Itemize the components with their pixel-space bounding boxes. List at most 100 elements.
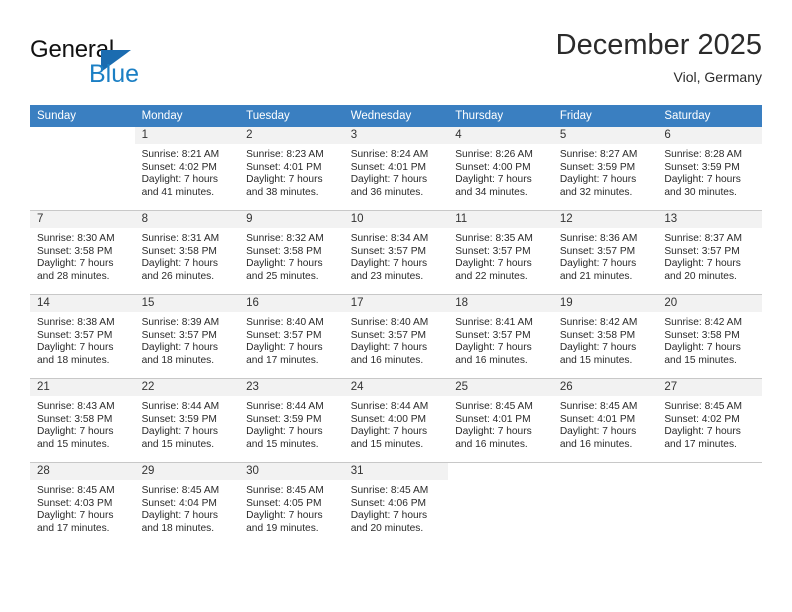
calendar-day-cell[interactable]: 7 Sunrise: 8:30 AM Sunset: 3:58 PM Daylight… bbox=[30, 210, 135, 295]
sunrise-text: Sunrise: 8:44 AM bbox=[246, 401, 324, 412]
calendar-day-cell[interactable]: 31 Sunrise: 8:45 AM Sunset: 4:06 PM Dayligh… bbox=[343, 462, 449, 546]
calendar-day-cell[interactable]: 20 Sunrise: 8:42 AM Sunset: 3:58 PM Dayligh… bbox=[657, 294, 762, 379]
day-details: Sunrise: 8:42 AM Sunset: 3:58 PM Daylight:… bbox=[657, 312, 762, 367]
calendar-day-cell[interactable]: 28 Sunrise: 8:45 AM Sunset: 4:03 PM Dayligh… bbox=[30, 462, 135, 546]
daylight-text: Daylight: 7 hours and 16 minutes. bbox=[455, 426, 532, 450]
day-details: Sunrise: 8:43 AM Sunset: 3:58 PM Daylight:… bbox=[30, 396, 135, 451]
day-details: Sunrise: 8:32 AM Sunset: 3:58 PM Daylight:… bbox=[239, 228, 344, 283]
sunset-text: Sunset: 4:06 PM bbox=[350, 497, 427, 509]
calendar-day-cell[interactable]: 11 Sunrise: 8:35 AM Sunset: 3:57 PM Dayligh… bbox=[448, 210, 553, 295]
calendar-day-cell[interactable]: 2 Sunrise: 8:23 AM Sunset: 4:01 PM Daylight… bbox=[239, 127, 344, 211]
sunrise-text: Sunrise: 8:44 AM bbox=[141, 401, 220, 412]
calendar-day-cell[interactable]: 29 Sunrise: 8:45 AM Sunset: 4:04 PM Dayligh… bbox=[134, 462, 240, 546]
calendar-day-cell[interactable]: 17 Sunrise: 8:40 AM Sunset: 3:57 PM Dayligh… bbox=[343, 294, 449, 379]
calendar-day-cell[interactable]: 5 Sunrise: 8:27 AM Sunset: 3:59 PM Daylight… bbox=[552, 127, 658, 211]
calendar-day-cell-empty bbox=[30, 127, 135, 211]
calendar-day-cell[interactable]: 16 Sunrise: 8:40 AM Sunset: 3:57 PM Dayligh… bbox=[239, 294, 344, 379]
calendar-day-cell[interactable]: 21 Sunrise: 8:43 AM Sunset: 3:58 PM Dayligh… bbox=[30, 378, 135, 463]
calendar-day-cell[interactable]: 8 Sunrise: 8:31 AM Sunset: 3:58 PM Daylight… bbox=[134, 210, 240, 295]
calendar-day-cell[interactable]: 22 Sunrise: 8:44 AM Sunset: 3:59 PM Dayligh… bbox=[134, 378, 240, 463]
sunrise-text: Sunrise: 8:40 AM bbox=[350, 317, 429, 328]
daylight-text: Daylight: 7 hours and 15 minutes. bbox=[246, 426, 323, 450]
sunrise-text: Sunrise: 8:45 AM bbox=[37, 485, 115, 496]
daylight-text: Daylight: 7 hours and 21 minutes. bbox=[559, 258, 637, 282]
day-number: 24 bbox=[343, 379, 449, 396]
sunrise-text: Sunrise: 8:45 AM bbox=[455, 401, 533, 412]
sunrise-text: Sunrise: 8:37 AM bbox=[664, 233, 742, 244]
sunrise-text: Sunrise: 8:26 AM bbox=[455, 149, 533, 160]
sunrise-text: Sunrise: 8:27 AM bbox=[559, 149, 638, 160]
daylight-text: Daylight: 7 hours and 17 minutes. bbox=[664, 426, 741, 450]
day-number: 7 bbox=[30, 211, 135, 228]
day-details: Sunrise: 8:28 AM Sunset: 3:59 PM Daylight:… bbox=[657, 144, 762, 199]
sunset-text: Sunset: 3:58 PM bbox=[141, 245, 217, 257]
daylight-text: Daylight: 7 hours and 15 minutes. bbox=[559, 342, 637, 366]
sunset-text: Sunset: 4:01 PM bbox=[246, 161, 322, 173]
calendar-week-row: 1 Sunrise: 8:21 AM Sunset: 4:02 PM Daylight… bbox=[30, 127, 762, 211]
weekday-header-wednesday: Wednesday bbox=[343, 105, 449, 127]
daylight-text: Daylight: 7 hours and 15 minutes. bbox=[141, 426, 219, 450]
daylight-text: Daylight: 7 hours and 28 minutes. bbox=[37, 258, 114, 282]
calendar-day-cell[interactable]: 6 Sunrise: 8:28 AM Sunset: 3:59 PM Daylight… bbox=[657, 127, 762, 211]
daylight-text: Daylight: 7 hours and 16 minutes. bbox=[455, 342, 532, 366]
calendar-day-cell[interactable]: 9 Sunrise: 8:32 AM Sunset: 3:58 PM Daylight… bbox=[239, 210, 344, 295]
calendar-day-cell[interactable]: 27 Sunrise: 8:45 AM Sunset: 4:02 PM Dayligh… bbox=[657, 378, 762, 463]
calendar-day-cell[interactable]: 10 Sunrise: 8:34 AM Sunset: 3:57 PM Dayligh… bbox=[343, 210, 449, 295]
sunset-text: Sunset: 3:58 PM bbox=[246, 245, 322, 257]
calendar-day-cell[interactable]: 30 Sunrise: 8:45 AM Sunset: 4:05 PM Dayligh… bbox=[239, 462, 344, 546]
calendar-day-cell[interactable]: 25 Sunrise: 8:45 AM Sunset: 4:01 PM Dayligh… bbox=[448, 378, 553, 463]
calendar-day-cell[interactable]: 3 Sunrise: 8:24 AM Sunset: 4:01 PM Daylight… bbox=[343, 127, 449, 211]
weekday-header-row: Sunday Monday Tuesday Wednesday Thursday… bbox=[30, 105, 762, 127]
calendar-day-cell[interactable]: 15 Sunrise: 8:39 AM Sunset: 3:57 PM Dayligh… bbox=[134, 294, 240, 379]
page-subtitle-location: Viol, Germany bbox=[673, 69, 762, 85]
day-number: 18 bbox=[448, 295, 553, 312]
calendar-day-cell[interactable]: 18 Sunrise: 8:41 AM Sunset: 3:57 PM Dayligh… bbox=[448, 294, 553, 379]
day-number: 17 bbox=[343, 295, 449, 312]
calendar-week-row: 28 Sunrise: 8:45 AM Sunset: 4:03 PM Dayligh… bbox=[30, 462, 762, 546]
day-number: 13 bbox=[657, 211, 762, 228]
day-number: 10 bbox=[343, 211, 449, 228]
daylight-text: Daylight: 7 hours and 15 minutes. bbox=[350, 426, 428, 450]
day-number bbox=[553, 463, 658, 480]
sunrise-text: Sunrise: 8:45 AM bbox=[246, 485, 324, 496]
day-number: 1 bbox=[134, 127, 240, 144]
sunset-text: Sunset: 4:00 PM bbox=[455, 161, 531, 173]
calendar-body: 1 Sunrise: 8:21 AM Sunset: 4:02 PM Daylight… bbox=[30, 127, 762, 546]
calendar-day-cell[interactable]: 4 Sunrise: 8:26 AM Sunset: 4:00 PM Daylight… bbox=[448, 127, 553, 211]
day-details: Sunrise: 8:44 AM Sunset: 4:00 PM Daylight:… bbox=[344, 396, 449, 451]
day-details: Sunrise: 8:45 AM Sunset: 4:05 PM Daylight:… bbox=[239, 480, 344, 535]
calendar-day-cell[interactable]: 12 Sunrise: 8:36 AM Sunset: 3:57 PM Dayligh… bbox=[552, 210, 658, 295]
day-details: Sunrise: 8:21 AM Sunset: 4:02 PM Daylight:… bbox=[135, 144, 240, 199]
sunrise-text: Sunrise: 8:39 AM bbox=[141, 317, 220, 328]
calendar-day-cell[interactable]: 24 Sunrise: 8:44 AM Sunset: 4:00 PM Dayligh… bbox=[343, 378, 449, 463]
day-number: 29 bbox=[134, 463, 240, 480]
calendar-day-cell[interactable]: 13 Sunrise: 8:37 AM Sunset: 3:57 PM Dayligh… bbox=[657, 210, 762, 295]
sunrise-text: Sunrise: 8:38 AM bbox=[37, 317, 115, 328]
daylight-text: Daylight: 7 hours and 36 minutes. bbox=[350, 174, 428, 198]
sunrise-text: Sunrise: 8:24 AM bbox=[350, 149, 429, 160]
day-details: Sunrise: 8:45 AM Sunset: 4:04 PM Daylight:… bbox=[135, 480, 240, 535]
day-number: 9 bbox=[239, 211, 344, 228]
sunset-text: Sunset: 3:57 PM bbox=[350, 329, 427, 341]
sunset-text: Sunset: 3:57 PM bbox=[141, 329, 217, 341]
daylight-text: Daylight: 7 hours and 19 minutes. bbox=[246, 510, 323, 534]
day-number: 26 bbox=[552, 379, 658, 396]
daylight-text: Daylight: 7 hours and 23 minutes. bbox=[350, 258, 428, 282]
sunset-text: Sunset: 4:01 PM bbox=[455, 413, 531, 425]
day-number: 2 bbox=[239, 127, 344, 144]
calendar-day-cell[interactable]: 14 Sunrise: 8:38 AM Sunset: 3:57 PM Dayligh… bbox=[30, 294, 135, 379]
day-details: Sunrise: 8:40 AM Sunset: 3:57 PM Daylight:… bbox=[344, 312, 449, 367]
sunset-text: Sunset: 3:57 PM bbox=[350, 245, 427, 257]
day-number: 28 bbox=[30, 463, 135, 480]
sunrise-text: Sunrise: 8:31 AM bbox=[141, 233, 220, 244]
calendar-day-cell[interactable]: 19 Sunrise: 8:42 AM Sunset: 3:58 PM Dayligh… bbox=[552, 294, 658, 379]
day-details: Sunrise: 8:41 AM Sunset: 3:57 PM Daylight:… bbox=[448, 312, 553, 367]
calendar-day-cell[interactable]: 26 Sunrise: 8:45 AM Sunset: 4:01 PM Dayligh… bbox=[552, 378, 658, 463]
calendar-day-cell[interactable]: 1 Sunrise: 8:21 AM Sunset: 4:02 PM Daylight… bbox=[134, 127, 240, 211]
calendar-day-cell[interactable]: 23 Sunrise: 8:44 AM Sunset: 3:59 PM Dayligh… bbox=[239, 378, 344, 463]
day-number: 19 bbox=[552, 295, 658, 312]
general-blue-logo[interactable]: General Blue bbox=[30, 36, 230, 94]
day-number: 23 bbox=[239, 379, 344, 396]
day-number bbox=[657, 463, 762, 480]
calendar-day-cell-empty bbox=[657, 462, 762, 546]
